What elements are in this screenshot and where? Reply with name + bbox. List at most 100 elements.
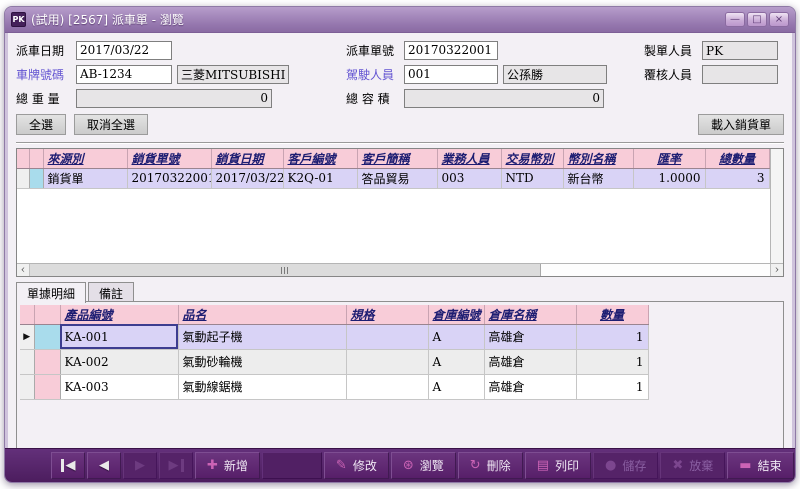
close-button[interactable]: × — [769, 12, 789, 27]
column-header[interactable]: 品名 — [178, 305, 346, 324]
cell[interactable]: 銷貨單 — [43, 168, 127, 188]
dispatch-no-input[interactable] — [404, 41, 498, 60]
cell[interactable] — [346, 349, 428, 374]
print-button[interactable]: ▤列印 — [525, 452, 591, 479]
thumb-grip-icon — [281, 267, 289, 274]
minimize-button[interactable]: — — [725, 12, 745, 27]
cell[interactable]: A — [428, 349, 484, 374]
cell[interactable]: K2Q-01 — [283, 168, 357, 188]
detail-panel: 產品編號品名規格倉庫編號倉庫名稱數量▶KA-001氣動起子機A高雄倉1KA-00… — [16, 301, 784, 448]
column-header[interactable]: 數量 — [576, 305, 648, 324]
column-header[interactable]: 業務人員 — [437, 149, 501, 168]
deselect-all-button[interactable]: 取消全選 — [74, 114, 148, 135]
column-header[interactable]: 銷貨日期 — [211, 149, 283, 168]
column-header[interactable]: 交易幣別 — [501, 149, 563, 168]
row-selector[interactable] — [29, 168, 43, 188]
cell[interactable]: 高雄倉 — [484, 324, 576, 349]
nav-first-button[interactable]: ◀ — [51, 452, 85, 479]
cell[interactable]: 氣動砂輪機 — [178, 349, 346, 374]
maximize-button[interactable]: □ — [747, 12, 767, 27]
row-selector[interactable] — [34, 374, 60, 399]
nav-last-icon: ▶ — [169, 459, 184, 472]
row-indicator — [20, 374, 34, 399]
toolbar-spacer — [262, 452, 322, 479]
column-header[interactable]: 匯率 — [633, 149, 705, 168]
end-button[interactable]: ▬結束 — [727, 452, 793, 479]
indicator-column-header — [17, 149, 29, 168]
cell[interactable]: 3 — [705, 168, 769, 188]
selector-column-header — [34, 305, 60, 324]
plate-no-input[interactable] — [76, 65, 172, 84]
cell[interactable]: KA-002 — [60, 349, 178, 374]
cell[interactable]: 2017/03/22 — [211, 168, 283, 188]
column-header[interactable]: 倉庫編號 — [428, 305, 484, 324]
driver-label[interactable]: 駕駛人員 — [346, 66, 404, 83]
select-all-button[interactable]: 全選 — [16, 114, 66, 135]
load-sales-order-button[interactable]: 載入銷貨單 — [698, 114, 784, 135]
cell[interactable]: 氣動起子機 — [178, 324, 346, 349]
cell[interactable]: KA-003 — [60, 374, 178, 399]
detail-items-table[interactable]: 產品編號品名規格倉庫編號倉庫名稱數量▶KA-001氣動起子機A高雄倉1KA-00… — [20, 305, 649, 400]
source-orders-table[interactable]: 來源別銷貨單號銷貨日期客戶編號客戶簡稱業務人員交易幣別幣別名稱匯率總數量銷貨單2… — [17, 149, 770, 189]
modify-button[interactable]: ✎修改 — [324, 452, 389, 479]
cell[interactable] — [346, 324, 428, 349]
detail-item-row[interactable]: KA-003氣動線鋸機 A高雄倉1 — [20, 374, 648, 399]
cell[interactable]: 003 — [437, 168, 501, 188]
cell[interactable]: 氣動線鋸機 — [178, 374, 346, 399]
cell[interactable]: 1 — [576, 324, 648, 349]
row-selector[interactable] — [34, 349, 60, 374]
column-header[interactable]: 倉庫名稱 — [484, 305, 576, 324]
dispatch-no-label: 派車單號 — [346, 42, 404, 59]
tab-note[interactable]: 備註 — [88, 282, 134, 302]
plate-no-label[interactable]: 車牌號碼 — [16, 66, 76, 83]
source-order-row[interactable]: 銷貨單201703220012017/03/22K2Q-01答品貿易003NTD… — [17, 168, 769, 188]
driver-input[interactable] — [404, 65, 498, 84]
nav-prev-button[interactable]: ◀ — [87, 452, 121, 479]
total-volume-label: 總 容 積 — [346, 90, 404, 107]
cell[interactable]: 1.0000 — [633, 168, 705, 188]
row-selector[interactable] — [34, 324, 60, 349]
column-header[interactable]: 幣別名稱 — [563, 149, 633, 168]
title-bar[interactable]: PK (試用) [2567] 派車單 - 瀏覽 — □ × — [5, 7, 795, 33]
dispatch-date-input[interactable] — [76, 41, 172, 60]
scrollbar-track[interactable] — [30, 264, 770, 276]
row-indicator: ▶ — [20, 324, 34, 349]
cell[interactable]: KA-001 — [60, 324, 178, 349]
scroll-left-icon[interactable]: ‹ — [17, 264, 30, 276]
row-indicator — [20, 349, 34, 374]
column-header[interactable]: 客戶編號 — [283, 149, 357, 168]
column-header[interactable]: 產品編號 — [60, 305, 178, 324]
window-title: (試用) [2567] 派車單 - 瀏覽 — [31, 11, 720, 28]
cell[interactable]: A — [428, 324, 484, 349]
scrollbar-thumb[interactable] — [30, 264, 541, 276]
cell[interactable]: 1 — [576, 349, 648, 374]
detail-item-row[interactable]: ▶ KA-001氣動起子機 A高雄倉1 — [20, 324, 648, 349]
detail-item-row[interactable]: KA-002氣動砂輪機 A高雄倉1 — [20, 349, 648, 374]
cell[interactable]: 20170322001 — [127, 168, 211, 188]
form-row-1: 派車日期 派車單號 製單人員 — [16, 38, 784, 62]
browse-button[interactable]: ⊛瀏覽 — [391, 452, 456, 479]
cell[interactable]: A — [428, 374, 484, 399]
cell[interactable]: 1 — [576, 374, 648, 399]
printer-icon: ▤ — [537, 459, 549, 472]
delete-button[interactable]: ↻刪除 — [458, 452, 523, 479]
add-button[interactable]: ✚新增 — [195, 452, 260, 479]
cell[interactable]: 高雄倉 — [484, 349, 576, 374]
cell[interactable] — [346, 374, 428, 399]
cell[interactable]: 高雄倉 — [484, 374, 576, 399]
dispatch-date-label: 派車日期 — [16, 42, 76, 59]
cell[interactable]: 新台幣 — [563, 168, 633, 188]
column-header[interactable]: 總數量 — [705, 149, 769, 168]
tab-document-detail[interactable]: 單據明細 — [16, 282, 86, 303]
cell[interactable]: 答品貿易 — [357, 168, 437, 188]
column-header[interactable]: 規格 — [346, 305, 428, 324]
scroll-right-icon[interactable]: › — [770, 264, 783, 276]
reviewer-field — [702, 65, 778, 84]
cell[interactable]: NTD — [501, 168, 563, 188]
end-button-label: 結束 — [758, 457, 782, 474]
column-header[interactable]: 來源別 — [43, 149, 127, 168]
column-header[interactable]: 銷貨單號 — [127, 149, 211, 168]
horizontal-scrollbar[interactable]: ‹ › — [17, 263, 783, 276]
vertical-scrollbar[interactable] — [770, 149, 783, 263]
column-header[interactable]: 客戶簡稱 — [357, 149, 437, 168]
